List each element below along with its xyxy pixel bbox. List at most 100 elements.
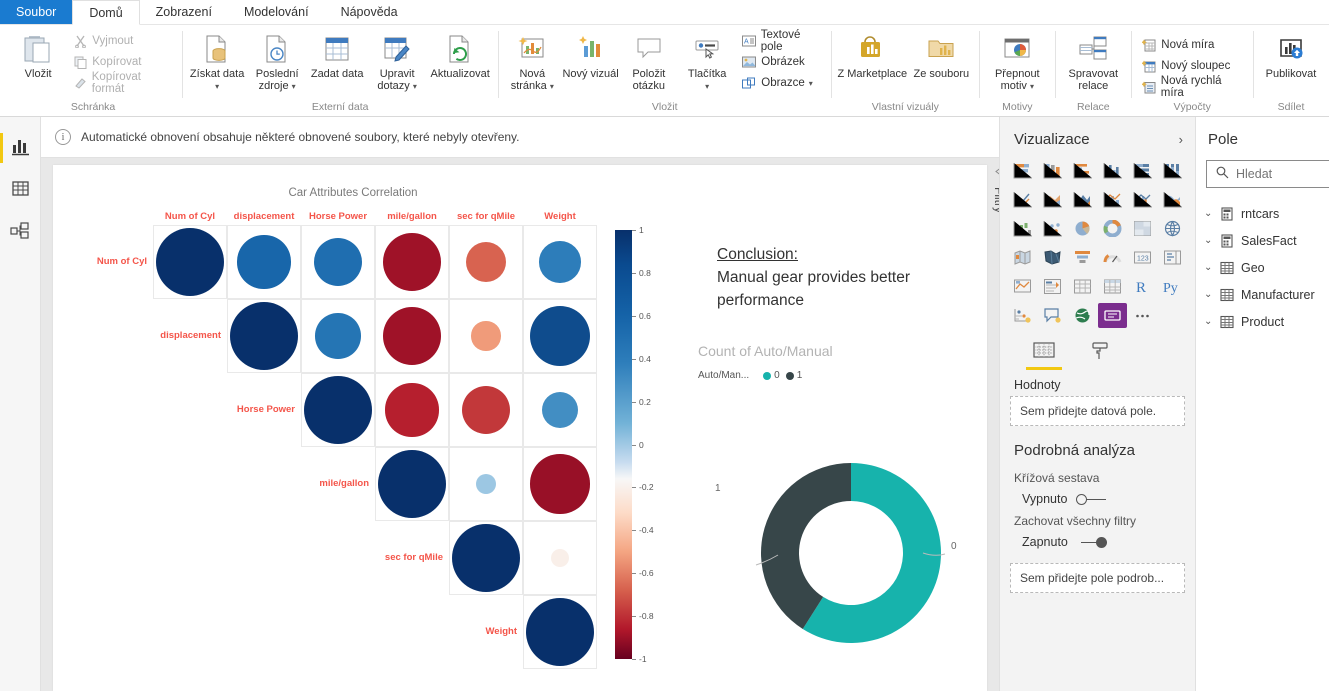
card-icon[interactable]: 123	[1128, 245, 1157, 270]
chevron-down-icon[interactable]: ⌄	[1204, 289, 1213, 300]
report-canvas[interactable]: Car Attributes Correlation Num of Cyl dis…	[53, 165, 987, 691]
rail-item-data-view[interactable]	[0, 169, 40, 211]
stacked-area-chart-icon[interactable]	[1068, 187, 1097, 212]
arcgis-maps-icon[interactable]	[1068, 303, 1097, 328]
fields-tab[interactable]	[1026, 342, 1062, 370]
from-marketplace-button[interactable]: Z Marketplace	[837, 28, 907, 80]
ask-question-button[interactable]: Položit otázku	[621, 28, 677, 92]
more-options-icon[interactable]	[1128, 303, 1157, 328]
kpi-icon[interactable]	[1008, 274, 1037, 299]
corr-bubble[interactable]	[526, 598, 594, 666]
cross-report-toggle-row[interactable]: Vypnuto	[1000, 485, 1195, 506]
corr-bubble[interactable]	[529, 305, 591, 367]
refresh-button[interactable]: Aktualizovat	[428, 28, 492, 80]
publish-button[interactable]: Publikovat	[1259, 28, 1323, 80]
from-file-button[interactable]: Ze souboru	[909, 28, 973, 80]
paginated-report-icon[interactable]	[1098, 303, 1127, 328]
switch-theme-button[interactable]: Přepnout motiv ▾	[985, 28, 1049, 93]
waterfall-chart-icon[interactable]	[1008, 216, 1037, 241]
new-column-button[interactable]: Nový sloupec	[1141, 57, 1245, 75]
field-table-row[interactable]: ⌄ Product	[1196, 308, 1329, 335]
matrix-icon[interactable]	[1098, 274, 1127, 299]
corr-bubble[interactable]	[539, 241, 581, 283]
buttons-button[interactable]: Tlačítka ▾	[679, 28, 735, 93]
values-well-dropzone[interactable]: Sem přidejte datová pole.	[1010, 396, 1185, 426]
recent-sources-button[interactable]: Poslední zdroje ▾	[248, 28, 306, 93]
100-stacked-column-chart-icon[interactable]	[1158, 158, 1187, 183]
corr-bubble[interactable]	[383, 233, 441, 291]
corr-bubble[interactable]	[551, 549, 569, 567]
clustered-bar-chart-icon[interactable]	[1068, 158, 1097, 183]
edit-queries-button[interactable]: Upravit dotazy ▾	[368, 28, 426, 93]
chevron-right-icon[interactable]: ›	[1179, 132, 1183, 147]
ribbon-tab-help[interactable]: Nápověda	[325, 0, 414, 24]
fields-search-input[interactable]	[1236, 167, 1316, 181]
text-box-button[interactable]: A Textové pole	[741, 29, 823, 53]
correlation-matrix[interactable]: Num of Cyl displacement Horse Power mile/ga…	[97, 211, 687, 691]
scatter-chart-icon[interactable]	[1038, 216, 1067, 241]
treemap-icon[interactable]	[1128, 216, 1157, 241]
filled-map-icon[interactable]	[1008, 245, 1037, 270]
100-stacked-bar-chart-icon[interactable]	[1128, 158, 1157, 183]
cross-report-toggle[interactable]	[1076, 493, 1107, 505]
corr-bubble[interactable]	[452, 524, 520, 592]
ribbon-tab-home[interactable]: Domů	[72, 0, 140, 25]
area-chart-icon[interactable]	[1038, 187, 1067, 212]
get-data-button[interactable]: Získat data ▾	[188, 28, 246, 93]
key-influencers-icon[interactable]	[1008, 303, 1037, 328]
clustered-column-chart-icon[interactable]	[1098, 158, 1127, 183]
chevron-down-icon[interactable]: ⌄	[1204, 208, 1213, 219]
funnel-chart-icon[interactable]	[1068, 245, 1097, 270]
python-visual-icon[interactable]: Py	[1158, 274, 1187, 299]
donut-chart-icon[interactable]	[1098, 216, 1127, 241]
ribbon-chart-icon[interactable]	[1158, 187, 1187, 212]
paste-button[interactable]: Vložit	[10, 28, 66, 80]
table-icon[interactable]	[1068, 274, 1097, 299]
map-icon[interactable]	[1158, 216, 1187, 241]
field-table-row[interactable]: ⌄ Manufacturer	[1196, 281, 1329, 308]
gauge-icon[interactable]	[1098, 245, 1127, 270]
new-visual-button[interactable]: Nový vizuál	[562, 28, 619, 80]
line-stacked-column-chart-icon[interactable]	[1098, 187, 1127, 212]
shapes-button[interactable]: Obrazce ▾	[741, 74, 823, 92]
ribbon-tab-file[interactable]: Soubor	[0, 0, 73, 24]
keep-filters-toggle[interactable]	[1077, 536, 1107, 548]
ribbon-tab-modeling[interactable]: Modelování	[228, 0, 325, 24]
format-tab[interactable]	[1082, 342, 1118, 370]
ribbon-tab-view[interactable]: Zobrazení	[140, 0, 228, 24]
new-measure-button[interactable]: Nová míra	[1141, 36, 1245, 54]
fields-search-box[interactable]	[1206, 160, 1329, 188]
corr-bubble[interactable]	[378, 450, 446, 518]
qna-visual-icon[interactable]	[1038, 303, 1067, 328]
line-clustered-column-chart-icon[interactable]	[1128, 187, 1157, 212]
stacked-bar-chart-icon[interactable]	[1008, 158, 1037, 183]
copy-button[interactable]: Kopírovat	[72, 53, 174, 71]
chevron-down-icon[interactable]: ⌄	[1204, 235, 1213, 246]
field-table-row[interactable]: ⌄ rntcars	[1196, 200, 1329, 227]
field-table-row[interactable]: ⌄ Geo	[1196, 254, 1329, 281]
enter-data-button[interactable]: Zadat data	[308, 28, 366, 80]
format-painter-button[interactable]: Kopírovat formát	[72, 71, 174, 95]
new-quick-measure-button[interactable]: Nová rychlá míra	[1141, 75, 1245, 99]
conclusion-textbox[interactable]: Conclusion: Manual gear provides better …	[717, 243, 967, 312]
manage-relationships-button[interactable]: Spravovat relace	[1061, 28, 1125, 92]
keep-filters-toggle-row[interactable]: Zapnuto	[1000, 528, 1195, 549]
corr-bubble[interactable]	[237, 235, 291, 289]
cut-button[interactable]: Vyjmout	[72, 32, 174, 50]
image-button[interactable]: Obrázek	[741, 53, 823, 71]
drillthrough-dropzone[interactable]: Sem přidejte pole podrob...	[1010, 563, 1185, 593]
corr-bubble[interactable]	[461, 385, 511, 435]
pie-chart-icon[interactable]	[1068, 216, 1097, 241]
new-page-button[interactable]: Nová stránka ▾	[504, 28, 560, 93]
field-table-row[interactable]: ⌄ SalesFact	[1196, 227, 1329, 254]
corr-bubble[interactable]	[465, 241, 507, 283]
rail-item-report-view[interactable]	[0, 127, 40, 169]
corr-bubble[interactable]	[230, 302, 298, 370]
rail-item-model-view[interactable]	[0, 211, 40, 253]
chevron-down-icon[interactable]: ⌄	[1204, 262, 1213, 273]
corr-bubble[interactable]	[304, 376, 372, 444]
slicer-icon[interactable]	[1038, 274, 1067, 299]
corr-bubble[interactable]	[315, 313, 361, 359]
corr-bubble[interactable]	[530, 454, 590, 514]
chevron-down-icon[interactable]: ⌄	[1204, 316, 1213, 327]
